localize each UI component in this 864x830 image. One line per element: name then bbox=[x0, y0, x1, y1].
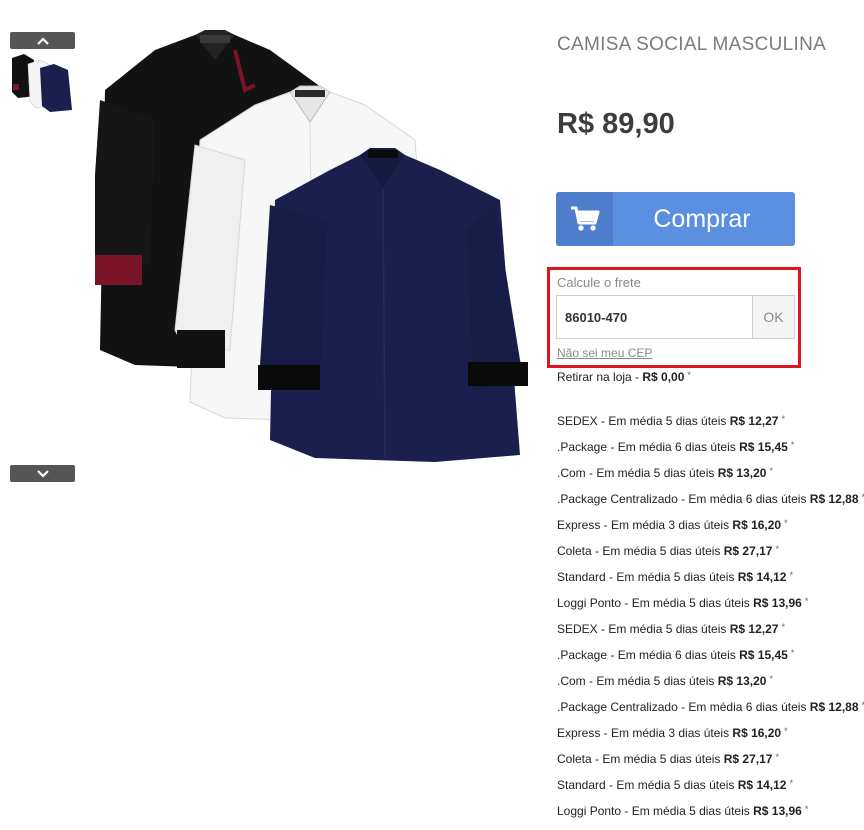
gallery-scroll-down-button[interactable] bbox=[10, 465, 75, 482]
shipping-option-row: Coleta - Em média 5 dias úteis R$ 27,17* bbox=[557, 752, 862, 778]
shipping-option-asterisk: * bbox=[781, 622, 785, 632]
product-title: CAMISA SOCIAL MASCULINA bbox=[557, 34, 826, 56]
shipping-option-price: R$ 12,27 bbox=[730, 414, 779, 428]
shipping-option-row: Loggi Ponto - Em média 5 dias úteis R$ 1… bbox=[557, 804, 862, 830]
shipping-option-row: Loggi Ponto - Em média 5 dias úteis R$ 1… bbox=[557, 596, 862, 622]
chevron-down-icon bbox=[37, 470, 49, 478]
shipping-option-row: Coleta - Em média 5 dias úteis R$ 27,17* bbox=[557, 544, 862, 570]
shipping-option-price: R$ 15,45 bbox=[739, 440, 788, 454]
shipping-option-text: Coleta - Em média 5 dias úteis bbox=[557, 752, 724, 766]
buy-button-label: Comprar bbox=[613, 192, 795, 246]
shipping-option-text: .Com - Em média 5 dias úteis bbox=[557, 466, 718, 480]
pickup-option: Retirar na loja - R$ 0,00* bbox=[557, 370, 691, 384]
shipping-option-price: R$ 12,27 bbox=[730, 622, 779, 636]
shipping-option-row: SEDEX - Em média 5 dias úteis R$ 12,27* bbox=[557, 622, 862, 648]
shipping-option-asterisk: * bbox=[789, 778, 793, 788]
shipping-option-row: .Com - Em média 5 dias úteis R$ 13,20* bbox=[557, 466, 862, 492]
shipping-option-text: .Com - Em média 5 dias úteis bbox=[557, 674, 718, 688]
shipping-option-asterisk: * bbox=[805, 596, 809, 606]
unknown-cep-link[interactable]: Não sei meu CEP bbox=[557, 346, 652, 360]
pickup-label: Retirar na loja - bbox=[557, 370, 642, 384]
shipping-option-text: SEDEX - Em média 5 dias úteis bbox=[557, 622, 730, 636]
shipping-option-price: R$ 16,20 bbox=[732, 518, 781, 532]
shipping-option-row: SEDEX - Em média 5 dias úteis R$ 12,27* bbox=[557, 414, 862, 440]
shipping-option-text: Express - Em média 3 dias úteis bbox=[557, 726, 732, 740]
buy-button[interactable]: Comprar bbox=[556, 192, 795, 246]
gallery-scroll-up-button[interactable] bbox=[10, 32, 75, 49]
shipping-option-price: R$ 15,45 bbox=[739, 648, 788, 662]
shipping-option-price: R$ 12,88 bbox=[810, 492, 859, 506]
shipping-option-text: .Package - Em média 6 dias úteis bbox=[557, 440, 739, 454]
product-price: R$ 89,90 bbox=[557, 108, 675, 141]
shipping-option-asterisk: * bbox=[769, 466, 773, 476]
shipping-option-row: .Com - Em média 5 dias úteis R$ 13,20* bbox=[557, 674, 862, 700]
shipping-option-text: SEDEX - Em média 5 dias úteis bbox=[557, 414, 730, 428]
shipping-option-asterisk: * bbox=[791, 648, 795, 658]
navy-shirt-image bbox=[258, 148, 528, 462]
shipping-option-asterisk: * bbox=[781, 414, 785, 424]
shipping-option-row: Express - Em média 3 dias úteis R$ 16,20… bbox=[557, 726, 862, 752]
cep-input[interactable] bbox=[556, 295, 752, 339]
shipping-calculator-label: Calcule o frete bbox=[557, 275, 641, 290]
shipping-option-text: Coleta - Em média 5 dias úteis bbox=[557, 544, 724, 558]
pickup-asterisk: * bbox=[687, 370, 691, 380]
shipping-option-asterisk: * bbox=[784, 726, 788, 736]
shipping-option-text: Loggi Ponto - Em média 5 dias úteis bbox=[557, 596, 753, 610]
shipping-option-price: R$ 14,12 bbox=[738, 570, 787, 584]
shipping-option-row: Standard - Em média 5 dias úteis R$ 14,1… bbox=[557, 570, 862, 596]
shipping-option-asterisk: * bbox=[789, 570, 793, 580]
shipping-option-asterisk: * bbox=[791, 440, 795, 450]
shipping-option-text: .Package Centralizado - Em média 6 dias … bbox=[557, 700, 810, 714]
product-main-image[interactable] bbox=[95, 30, 535, 485]
shipping-option-asterisk: * bbox=[784, 518, 788, 528]
pickup-price: R$ 0,00 bbox=[642, 370, 684, 384]
shipping-option-price: R$ 13,20 bbox=[718, 466, 767, 480]
shipping-option-row: Express - Em média 3 dias úteis R$ 16,20… bbox=[557, 518, 862, 544]
shipping-options-list: SEDEX - Em média 5 dias úteis R$ 12,27*.… bbox=[557, 414, 862, 830]
shipping-option-price: R$ 13,96 bbox=[753, 804, 802, 818]
shipping-option-text: Standard - Em média 5 dias úteis bbox=[557, 778, 738, 792]
shipping-option-asterisk: * bbox=[775, 544, 779, 554]
cart-icon-box bbox=[556, 192, 613, 246]
shipping-option-text: .Package Centralizado - Em média 6 dias … bbox=[557, 492, 810, 506]
shopping-cart-icon bbox=[570, 206, 600, 232]
shipping-option-price: R$ 12,88 bbox=[810, 700, 859, 714]
shipping-option-price: R$ 27,17 bbox=[724, 752, 773, 766]
shipping-option-row: .Package - Em média 6 dias úteis R$ 15,4… bbox=[557, 440, 862, 466]
shipping-calculator: Calcule o frete OK Não sei meu CEP bbox=[547, 267, 801, 368]
shipping-option-asterisk: * bbox=[805, 804, 809, 814]
shipping-option-row: .Package Centralizado - Em média 6 dias … bbox=[557, 492, 862, 518]
shipping-option-row: Standard - Em média 5 dias úteis R$ 14,1… bbox=[557, 778, 862, 804]
shipping-option-text: Loggi Ponto - Em média 5 dias úteis bbox=[557, 804, 753, 818]
shipping-option-row: .Package Centralizado - Em média 6 dias … bbox=[557, 700, 862, 726]
shipping-option-text: Express - Em média 3 dias úteis bbox=[557, 518, 732, 532]
shipping-option-price: R$ 13,96 bbox=[753, 596, 802, 610]
product-thumbnail[interactable] bbox=[10, 52, 76, 112]
shipping-option-row: .Package - Em média 6 dias úteis R$ 15,4… bbox=[557, 648, 862, 674]
shipping-option-price: R$ 13,20 bbox=[718, 674, 767, 688]
ok-button[interactable]: OK bbox=[752, 295, 795, 339]
shipping-option-asterisk: * bbox=[769, 674, 773, 684]
shipping-option-price: R$ 16,20 bbox=[732, 726, 781, 740]
shipping-option-text: Standard - Em média 5 dias úteis bbox=[557, 570, 738, 584]
shipping-option-price: R$ 27,17 bbox=[724, 544, 773, 558]
shipping-option-asterisk: * bbox=[775, 752, 779, 762]
shipping-option-text: .Package - Em média 6 dias úteis bbox=[557, 648, 739, 662]
shipping-option-price: R$ 14,12 bbox=[738, 778, 787, 792]
chevron-up-icon bbox=[37, 37, 49, 45]
